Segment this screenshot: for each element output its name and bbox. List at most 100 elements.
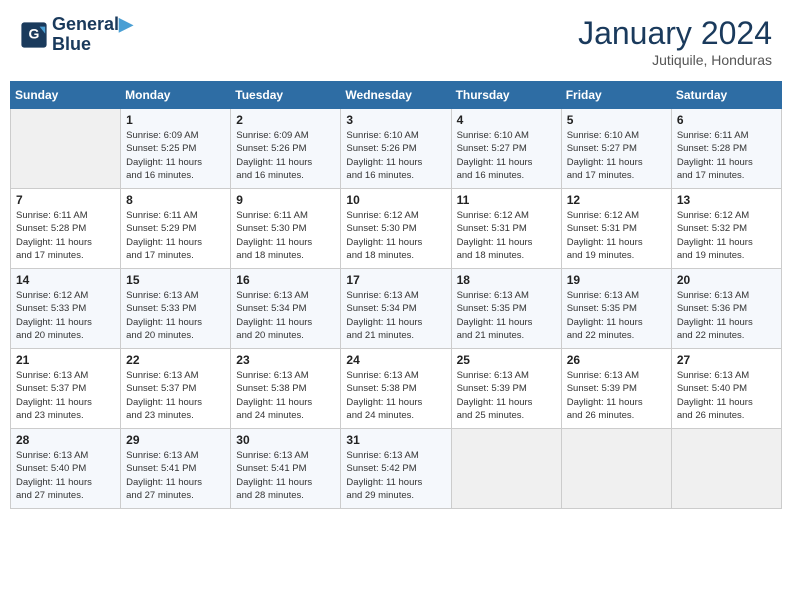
day-number: 18 [457, 273, 556, 287]
calendar-cell: 5 Sunrise: 6:10 AMSunset: 5:27 PMDaylight… [561, 109, 671, 189]
day-header-wednesday: Wednesday [341, 82, 451, 109]
calendar-cell: 10 Sunrise: 6:12 AMSunset: 5:30 PMDayligh… [341, 189, 451, 269]
page-header: G General▶ Blue January 2024 Jutiquile, … [10, 10, 782, 73]
day-info: Sunrise: 6:13 AMSunset: 5:41 PMDaylight:… [236, 449, 335, 502]
day-info: Sunrise: 6:12 AMSunset: 5:31 PMDaylight:… [457, 209, 556, 262]
calendar-cell: 28 Sunrise: 6:13 AMSunset: 5:40 PMDayligh… [11, 429, 121, 509]
calendar-cell: 22Sunrise: 6:13 AMSunset: 5:37 PMDayligh… [121, 349, 231, 429]
calendar-cell: 16 Sunrise: 6:13 AMSunset: 5:34 PMDayligh… [231, 269, 341, 349]
calendar-cell: 29 Sunrise: 6:13 AMSunset: 5:41 PMDayligh… [121, 429, 231, 509]
logo-icon: G [20, 21, 48, 49]
week-row-5: 28 Sunrise: 6:13 AMSunset: 5:40 PMDayligh… [11, 429, 782, 509]
day-info: Sunrise: 6:09 AMSunset: 5:25 PMDaylight:… [126, 129, 225, 182]
day-number: 30 [236, 433, 335, 447]
day-number: 19 [567, 273, 666, 287]
logo: G General▶ Blue [20, 15, 133, 55]
day-info: Sunrise: 6:11 AMSunset: 5:28 PMDaylight:… [16, 209, 115, 262]
day-number: 26 [567, 353, 666, 367]
day-number: 1 [126, 113, 225, 127]
day-number: 15 [126, 273, 225, 287]
calendar-cell: 14Sunrise: 6:12 AMSunset: 5:33 PMDayligh… [11, 269, 121, 349]
week-row-2: 7Sunrise: 6:11 AMSunset: 5:28 PMDaylight… [11, 189, 782, 269]
day-info: Sunrise: 6:13 AMSunset: 5:35 PMDaylight:… [457, 289, 556, 342]
day-number: 27 [677, 353, 776, 367]
day-info: Sunrise: 6:13 AMSunset: 5:35 PMDaylight:… [567, 289, 666, 342]
calendar-cell: 3 Sunrise: 6:10 AMSunset: 5:26 PMDaylight… [341, 109, 451, 189]
title-block: January 2024 Jutiquile, Honduras [578, 15, 772, 68]
day-info: Sunrise: 6:13 AMSunset: 5:38 PMDaylight:… [346, 369, 445, 422]
day-info: Sunrise: 6:13 AMSunset: 5:40 PMDaylight:… [677, 369, 776, 422]
calendar-cell: 13Sunrise: 6:12 AMSunset: 5:32 PMDayligh… [671, 189, 781, 269]
day-info: Sunrise: 6:10 AMSunset: 5:27 PMDaylight:… [457, 129, 556, 182]
day-info: Sunrise: 6:10 AMSunset: 5:27 PMDaylight:… [567, 129, 666, 182]
day-number: 8 [126, 193, 225, 207]
calendar-body: 1 Sunrise: 6:09 AMSunset: 5:25 PMDaylight… [11, 109, 782, 509]
day-number: 11 [457, 193, 556, 207]
day-info: Sunrise: 6:13 AMSunset: 5:33 PMDaylight:… [126, 289, 225, 342]
day-header-sunday: Sunday [11, 82, 121, 109]
calendar-cell: 4 Sunrise: 6:10 AMSunset: 5:27 PMDaylight… [451, 109, 561, 189]
calendar-cell [11, 109, 121, 189]
calendar-cell: 12 Sunrise: 6:12 AMSunset: 5:31 PMDayligh… [561, 189, 671, 269]
subtitle: Jutiquile, Honduras [578, 52, 772, 68]
calendar-cell: 2 Sunrise: 6:09 AMSunset: 5:26 PMDaylight… [231, 109, 341, 189]
calendar-cell: 20 Sunrise: 6:13 AMSunset: 5:36 PMDayligh… [671, 269, 781, 349]
day-number: 5 [567, 113, 666, 127]
day-info: Sunrise: 6:13 AMSunset: 5:40 PMDaylight:… [16, 449, 115, 502]
calendar-cell: 23 Sunrise: 6:13 AMSunset: 5:38 PMDayligh… [231, 349, 341, 429]
day-info: Sunrise: 6:10 AMSunset: 5:26 PMDaylight:… [346, 129, 445, 182]
calendar-cell: 1 Sunrise: 6:09 AMSunset: 5:25 PMDaylight… [121, 109, 231, 189]
calendar-cell: 21Sunrise: 6:13 AMSunset: 5:37 PMDayligh… [11, 349, 121, 429]
day-info: Sunrise: 6:11 AMSunset: 5:29 PMDaylight:… [126, 209, 225, 262]
week-row-3: 14Sunrise: 6:12 AMSunset: 5:33 PMDayligh… [11, 269, 782, 349]
calendar-cell [451, 429, 561, 509]
day-number: 28 [16, 433, 115, 447]
calendar-cell: 26Sunrise: 6:13 AMSunset: 5:39 PMDayligh… [561, 349, 671, 429]
day-info: Sunrise: 6:13 AMSunset: 5:39 PMDaylight:… [457, 369, 556, 422]
day-info: Sunrise: 6:12 AMSunset: 5:32 PMDaylight:… [677, 209, 776, 262]
day-info: Sunrise: 6:13 AMSunset: 5:37 PMDaylight:… [16, 369, 115, 422]
day-number: 9 [236, 193, 335, 207]
day-info: Sunrise: 6:13 AMSunset: 5:34 PMDaylight:… [346, 289, 445, 342]
day-number: 25 [457, 353, 556, 367]
calendar-cell: 9 Sunrise: 6:11 AMSunset: 5:30 PMDaylight… [231, 189, 341, 269]
day-number: 3 [346, 113, 445, 127]
day-info: Sunrise: 6:09 AMSunset: 5:26 PMDaylight:… [236, 129, 335, 182]
calendar-cell: 8 Sunrise: 6:11 AMSunset: 5:29 PMDaylight… [121, 189, 231, 269]
calendar-cell: 31Sunrise: 6:13 AMSunset: 5:42 PMDayligh… [341, 429, 451, 509]
day-header-friday: Friday [561, 82, 671, 109]
month-title: January 2024 [578, 15, 772, 52]
day-header-saturday: Saturday [671, 82, 781, 109]
calendar-cell: 6 Sunrise: 6:11 AMSunset: 5:28 PMDaylight… [671, 109, 781, 189]
day-info: Sunrise: 6:11 AMSunset: 5:28 PMDaylight:… [677, 129, 776, 182]
day-number: 12 [567, 193, 666, 207]
calendar-cell: 30 Sunrise: 6:13 AMSunset: 5:41 PMDayligh… [231, 429, 341, 509]
calendar-cell [671, 429, 781, 509]
day-header-monday: Monday [121, 82, 231, 109]
day-number: 6 [677, 113, 776, 127]
calendar-cell: 25 Sunrise: 6:13 AMSunset: 5:39 PMDayligh… [451, 349, 561, 429]
day-info: Sunrise: 6:13 AMSunset: 5:34 PMDaylight:… [236, 289, 335, 342]
calendar-cell: 18 Sunrise: 6:13 AMSunset: 5:35 PMDayligh… [451, 269, 561, 349]
day-number: 10 [346, 193, 445, 207]
day-info: Sunrise: 6:11 AMSunset: 5:30 PMDaylight:… [236, 209, 335, 262]
day-number: 4 [457, 113, 556, 127]
day-info: Sunrise: 6:13 AMSunset: 5:38 PMDaylight:… [236, 369, 335, 422]
week-row-4: 21Sunrise: 6:13 AMSunset: 5:37 PMDayligh… [11, 349, 782, 429]
day-info: Sunrise: 6:13 AMSunset: 5:36 PMDaylight:… [677, 289, 776, 342]
day-info: Sunrise: 6:12 AMSunset: 5:31 PMDaylight:… [567, 209, 666, 262]
day-number: 16 [236, 273, 335, 287]
svg-text:G: G [29, 25, 40, 41]
day-header-thursday: Thursday [451, 82, 561, 109]
day-info: Sunrise: 6:12 AMSunset: 5:30 PMDaylight:… [346, 209, 445, 262]
day-number: 23 [236, 353, 335, 367]
day-number: 2 [236, 113, 335, 127]
day-info: Sunrise: 6:13 AMSunset: 5:41 PMDaylight:… [126, 449, 225, 502]
day-info: Sunrise: 6:13 AMSunset: 5:37 PMDaylight:… [126, 369, 225, 422]
logo-text: General▶ Blue [52, 15, 133, 55]
day-number: 29 [126, 433, 225, 447]
day-number: 20 [677, 273, 776, 287]
day-number: 31 [346, 433, 445, 447]
calendar-cell: 24Sunrise: 6:13 AMSunset: 5:38 PMDayligh… [341, 349, 451, 429]
calendar-cell: 7Sunrise: 6:11 AMSunset: 5:28 PMDaylight… [11, 189, 121, 269]
